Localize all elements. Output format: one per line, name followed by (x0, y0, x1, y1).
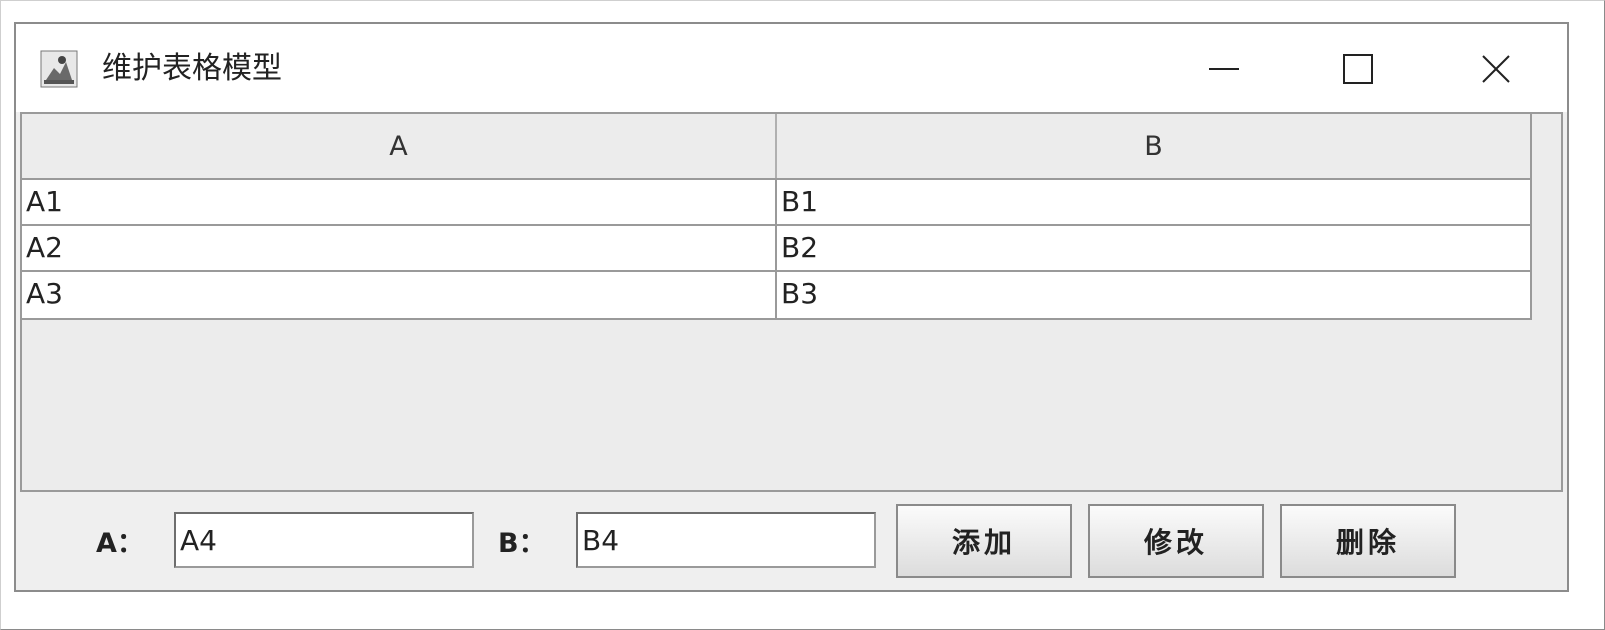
input-panel: A： B： 添加 修改 删除 (16, 494, 1567, 590)
table-row[interactable]: A3 B3 (22, 272, 1530, 318)
edit-button[interactable]: 修改 (1088, 504, 1264, 578)
table-cell[interactable]: B2 (777, 226, 1530, 270)
java-app-icon (40, 50, 78, 88)
close-icon (1482, 55, 1510, 83)
maximize-icon (1343, 54, 1373, 84)
table-header: A B (22, 114, 1530, 180)
label-b: B： (498, 528, 546, 559)
table-row[interactable]: A2 B2 (22, 226, 1530, 272)
table-cell[interactable]: B1 (777, 180, 1530, 224)
table-row[interactable]: A1 B1 (22, 180, 1530, 226)
close-button[interactable] (1468, 44, 1524, 94)
minimize-button[interactable] (1196, 44, 1252, 94)
delete-button[interactable]: 删除 (1280, 504, 1456, 578)
b-input[interactable] (576, 512, 876, 568)
add-button[interactable]: 添加 (896, 504, 1072, 578)
table-scroll-pane[interactable]: A B A1 B1 A2 B2 A3 B3 (20, 112, 1563, 492)
label-a: A： (96, 528, 144, 559)
a-input[interactable] (174, 512, 474, 568)
minimize-icon (1209, 68, 1239, 70)
title-bar[interactable]: 维护表格模型 (16, 24, 1567, 112)
table-cell[interactable]: A2 (22, 226, 777, 270)
column-header-a[interactable]: A (22, 114, 777, 178)
table-cell[interactable]: A3 (22, 272, 777, 318)
data-table: A B A1 B1 A2 B2 A3 B3 (22, 114, 1532, 320)
table-cell[interactable]: B3 (777, 272, 1530, 318)
app-window: 维护表格模型 A B A1 B1 A2 B2 A3 B3 A： A4 B： B4… (14, 22, 1569, 592)
column-header-b[interactable]: B (777, 114, 1530, 178)
maximize-button[interactable] (1330, 44, 1386, 94)
table-cell[interactable]: A1 (22, 180, 777, 224)
window-title: 维护表格模型 (102, 51, 282, 86)
